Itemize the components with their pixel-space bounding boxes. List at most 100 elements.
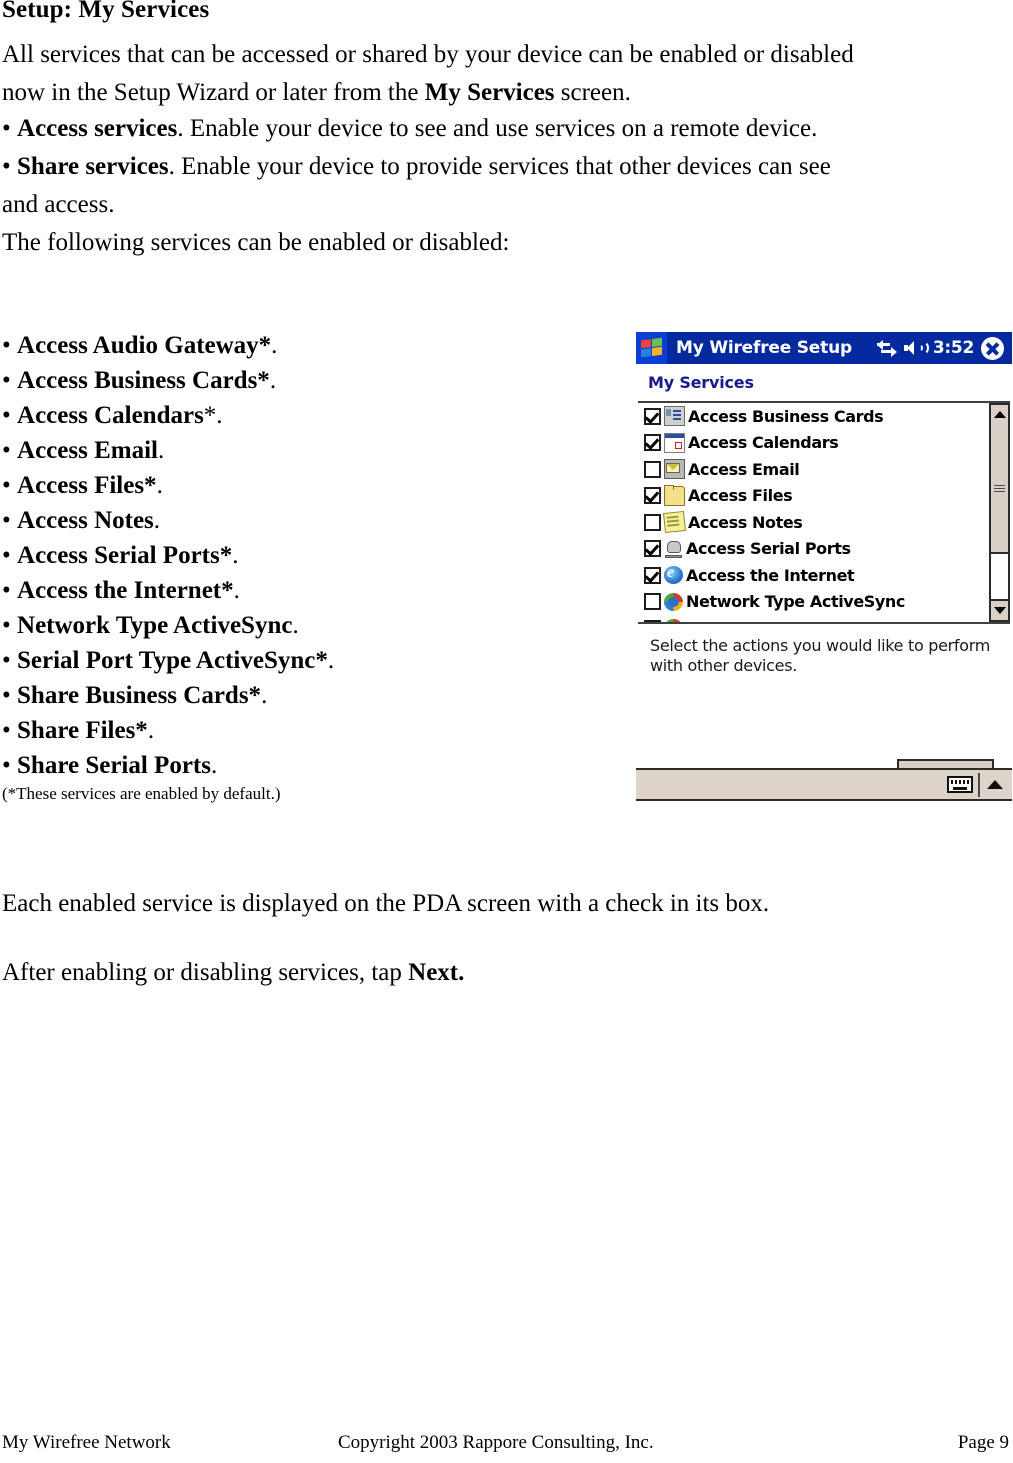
serial-port-icon [664,540,683,558]
service-tail: . [271,332,278,359]
list-item: • Access the Internet*. [2,573,562,608]
service-tail: . [269,367,277,394]
pda-taskbar [636,768,1012,801]
bullet-glyph: • [2,612,18,639]
list-item: • Access Audio Gateway*. [2,328,562,363]
bullet-glyph: • [2,542,18,569]
start-button[interactable] [636,332,667,364]
chevron-up-icon [993,411,1006,418]
list-item[interactable]: Serial Port Type ActiveSync [638,615,985,622]
activesync-icon [664,619,683,622]
list-item[interactable]: Access Calendars [638,430,985,457]
service-name: Access the Internet* [17,577,234,604]
service-name: Access Email [17,437,158,464]
speaker-icon[interactable] [903,340,929,356]
list-item[interactable]: Access Business Cards [638,403,985,430]
services-list[interactable]: Access Business Cards Access Calendars A… [638,401,1010,624]
list-scrollbar[interactable] [989,403,1010,622]
service-bullet-list: • Access Audio Gateway*. • Access Busine… [2,328,562,783]
service-tail: . [156,472,163,499]
bullet-glyph: • [2,577,18,604]
service-checkbox[interactable] [644,487,661,505]
service-name: Share Business Cards* [17,682,262,709]
service-name: Access Notes [17,507,154,534]
service-name: Network Type ActiveSync [17,612,293,639]
pda-titlebar: My Wirefree Setup 3:52 [636,332,1012,364]
list-item[interactable]: Access Serial Ports [638,536,985,563]
share-services-label: Share services [17,153,169,180]
grip-icon [994,484,1005,492]
service-label: Access the Internet [686,565,855,585]
list-item: • Share Files*. [2,713,562,748]
service-name: Access Business Cards* [17,367,270,394]
service-checkbox[interactable] [644,434,661,452]
list-item: • Access Notes. [2,503,562,538]
keyboard-icon[interactable] [947,776,973,793]
pda-screenshot-figure: My Wirefree Setup 3:52 My Services Acces… [636,332,1012,829]
bullet-glyph: • [2,682,18,709]
list-item: • Access Files*. [2,468,562,503]
intro-line-2-prefix: now in the Setup Wizard or later from th… [2,79,425,106]
business-card-icon [664,406,685,427]
notes-icon [663,511,686,534]
service-label: Serial Port Type ActiveSync [686,619,923,622]
my-services-emphasis: My Services [424,79,555,106]
service-name: Access Serial Ports* [17,542,233,569]
pda-body: My Services Access Business Cards Access… [636,364,1012,801]
service-tail: . [157,437,165,464]
share-services-text: . Enable your device to provide services… [168,153,831,180]
next-emphasis: Next. [408,959,465,986]
list-item: • Access Calendars*. [2,398,562,433]
following-services-line: The following services can be enabled or… [2,229,510,256]
list-item[interactable]: Access Notes [638,509,985,536]
list-item: • Network Type ActiveSync. [2,608,562,643]
service-checkbox[interactable] [644,593,661,611]
service-tail: . [327,647,335,674]
internet-explorer-icon [664,564,683,585]
service-name: Share Files* [17,717,148,744]
close-icon[interactable] [981,336,1004,360]
service-checkbox[interactable] [644,513,661,531]
activesync-icon [664,592,683,611]
service-tail: . [147,717,155,744]
list-item[interactable]: Access the Internet [638,562,985,589]
bullet-glyph-access: • [2,115,18,142]
scroll-up-button[interactable] [991,405,1008,426]
each-enabled-paragraph: Each enabled service is displayed on the… [2,890,770,917]
list-item[interactable]: Network Type ActiveSync [638,589,985,616]
clock-label[interactable]: 3:52 [933,338,974,358]
intro-line-1: All services that can be accessed or sha… [2,41,854,68]
list-item[interactable]: Access Email [638,456,985,483]
bullet-glyph: • [2,507,18,534]
service-tail: . [292,612,299,639]
scrollbar-thumb[interactable] [991,424,1008,554]
instruction-text: Select the actions you would like to per… [650,636,990,675]
bullet-glyph-share: • [2,153,18,180]
service-checkbox[interactable] [644,460,661,478]
list-item[interactable]: Access Files [638,483,985,510]
service-label: Access Files [688,486,793,506]
service-label: Access Calendars [688,433,839,453]
service-label: Network Type ActiveSync [686,592,905,612]
service-label: Access Serial Ports [686,539,851,559]
system-tray: 3:52 [876,336,1012,360]
email-icon [664,459,685,480]
windows-flag-icon [640,337,663,359]
service-name: Access Audio Gateway* [17,332,272,359]
after-enabling-paragraph: After enabling or disabling services, ta… [2,955,464,991]
scroll-down-button[interactable] [991,599,1008,620]
chevron-up-icon[interactable] [987,780,1003,789]
document-page: Setup: My Services All services that can… [0,0,1013,1463]
share-services-text-cont: and access. [2,191,115,218]
service-checkbox[interactable] [644,407,661,425]
list-item: • Access Business Cards*. [2,363,562,398]
service-checkbox[interactable] [644,540,661,558]
service-name: Share Serial Ports [17,752,211,779]
bullet-glyph: • [2,472,18,499]
default-services-footnote: (*These services are enabled by default.… [2,784,281,803]
connectivity-icon[interactable] [876,339,897,357]
chevron-down-icon [993,607,1006,614]
service-label: Access Business Cards [688,406,884,426]
service-checkbox[interactable] [644,619,661,622]
service-checkbox[interactable] [644,566,661,584]
